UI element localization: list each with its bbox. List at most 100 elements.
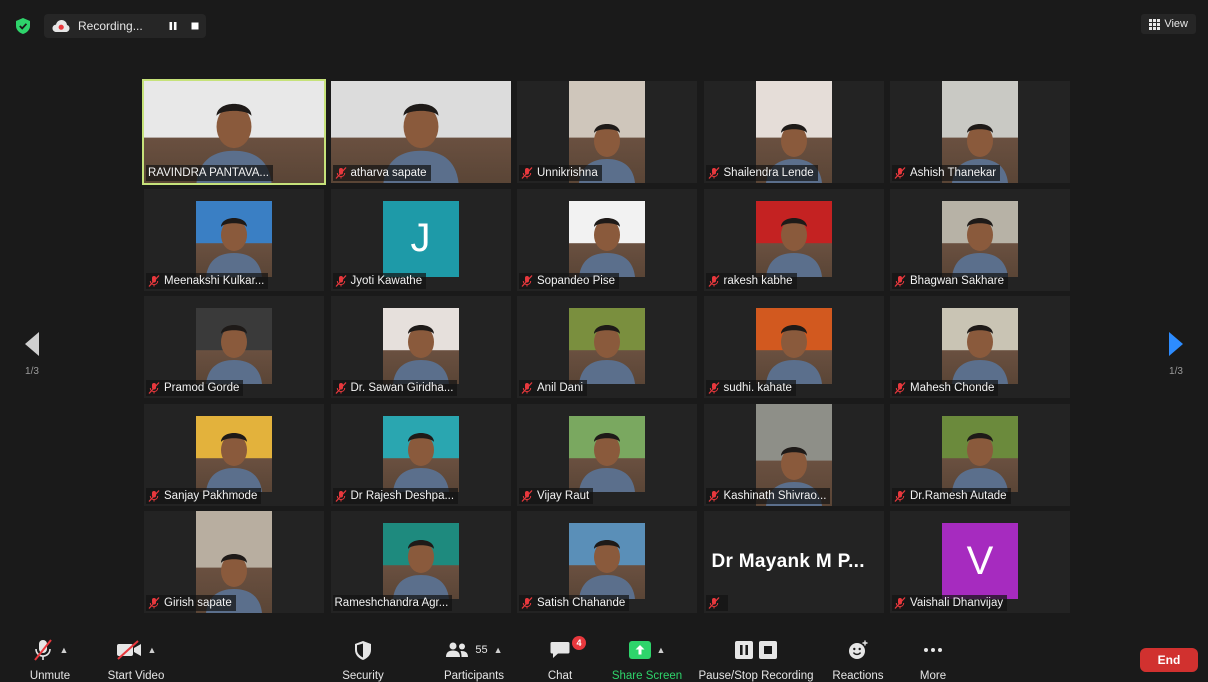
participant-name: Pramod Gorde [164,382,240,394]
participants-button[interactable]: 55 ▲ Participants [428,636,520,682]
pause-recording-icon[interactable] [165,18,181,34]
more-button[interactable]: More [914,636,952,682]
unmute-button[interactable]: ▲ Unmute [22,636,78,682]
muted-microphone-icon [521,489,533,502]
page-indicator-right: 1/3 [1169,366,1183,377]
security-button[interactable]: Security [336,636,390,682]
end-meeting-button[interactable]: End [1140,648,1198,672]
stop-recording-icon[interactable] [187,18,203,34]
participant-name-tag: Vaishali Dhanvijay [892,595,1008,611]
muted-microphone-icon [708,274,719,287]
person-silhouette-icon [952,432,1008,492]
person-silhouette-icon [392,325,449,384]
participant-name-tag: RAVINDRA PANTAVA... [146,165,273,181]
participant-video-image [196,200,272,277]
participant-video-tile[interactable]: Girish sapate [144,511,324,613]
previous-page-button[interactable]: 1/3 [14,330,50,386]
participant-video-tile[interactable]: Dr. Sawan Giridha... [330,296,511,398]
participant-video-tile[interactable]: Anil Dani [517,296,697,398]
participant-name: Meenakshi Kulkar... [164,274,265,287]
muted-microphone-icon [894,489,906,502]
muted-microphone-icon [708,597,719,609]
share-options-caret-icon[interactable]: ▲ [657,645,666,655]
pause-stop-recording-button[interactable]: Pause/Stop Recording [696,636,816,682]
participant-video-tile[interactable]: Meenakshi Kulkar... [144,188,324,291]
participant-video-tile[interactable]: Kashinath Shivrao... [703,403,884,506]
person-silhouette-icon [206,217,262,277]
participant-name: Dr. Sawan Giridha... [350,382,454,394]
next-page-button[interactable]: 1/3 [1158,330,1194,386]
participant-name: Shailendra Lende [723,167,814,179]
view-button[interactable]: View [1141,14,1196,34]
muted-microphone-icon [335,382,346,394]
chat-button[interactable]: 4 Chat [540,636,586,682]
page-indicator-left: 1/3 [25,366,39,377]
participant-video-image [196,415,272,492]
participant-video-image [942,200,1018,277]
encryption-shield-icon[interactable] [16,18,30,34]
person-silhouette-icon [579,432,635,492]
participant-video-image [942,308,1018,384]
participant-name: Anil Dani [537,382,584,394]
participant-name-tag: Girish sapate [146,595,236,611]
participant-video-tile[interactable]: J Jyoti Kawathe [330,188,511,291]
participant-video-image [942,415,1018,492]
participant-name: atharva sapate [350,167,427,179]
reactions-smiley-icon [849,640,868,659]
participant-video-tile[interactable]: Vijay Raut [517,403,697,506]
participants-caret-icon[interactable]: ▲ [494,645,503,655]
participant-name-tag: Unnikrishna [519,165,602,181]
meeting-top-bar: Recording... View [0,0,1208,50]
pause-recording-toolbar-icon [735,641,753,659]
more-dots-icon [924,648,942,652]
audio-options-caret-icon[interactable]: ▲ [60,645,69,655]
participant-name: Mahesh Chonde [910,382,995,394]
participant-video-tile[interactable]: Bhagwan Sakhare [890,188,1070,291]
participant-video-tile[interactable]: Ashish Thanekar [890,81,1070,183]
participant-video-tile[interactable]: Mahesh Chonde [890,296,1070,398]
participant-name-tag: Meenakshi Kulkar... [146,272,269,289]
participant-video-tile[interactable]: Unnikrishna [517,81,697,183]
person-silhouette-icon [579,217,635,277]
participant-video-image [196,308,272,384]
start-video-button[interactable]: ▲ Start Video [104,636,168,682]
person-silhouette-icon [952,217,1008,277]
participant-initial-avatar: J [382,200,459,277]
participant-name: Sopandeo Pise [537,274,616,287]
person-silhouette-icon [765,325,822,384]
muted-microphone-icon [894,597,906,609]
participant-name: RAVINDRA PANTAVA... [148,167,269,179]
participant-name-tag: Pramod Gorde [146,380,244,396]
chat-bubble-icon [550,642,570,658]
participant-video-tile[interactable]: Dr.Ramesh Autade [890,403,1070,506]
person-silhouette-icon [206,325,262,384]
participant-name-tag: sudhi. kahate [705,380,796,396]
person-silhouette-icon [579,540,635,599]
participant-name: Dr.Ramesh Autade [910,489,1007,502]
participant-video-tile[interactable]: Pramod Gorde [144,296,324,398]
participant-video-tile[interactable]: rakesh kabhe [703,188,884,291]
share-screen-button[interactable]: ▲ Share Screen [608,636,686,682]
participant-video-tile[interactable]: Sopandeo Pise [517,188,697,291]
participant-video-tile[interactable]: Satish Chahande [517,511,697,613]
participant-video-tile[interactable]: Dr Rajesh Deshpa... [330,403,511,506]
muted-microphone-icon [521,382,533,394]
participant-name-tag: Dr.Ramesh Autade [892,487,1011,504]
participant-video-tile[interactable]: Shailendra Lende [703,81,884,183]
reactions-button[interactable]: Reactions [830,636,886,682]
participant-video-tile[interactable]: sudhi. kahate [703,296,884,398]
participant-video-tile[interactable]: atharva sapate [330,81,511,183]
video-options-caret-icon[interactable]: ▲ [148,645,157,655]
participant-video-image [382,415,459,492]
participant-video-tile[interactable]: V Vaishali Dhanvijay [890,511,1070,613]
participant-video-tile[interactable]: Sanjay Pakhmode [144,403,324,506]
security-label: Security [342,670,384,682]
participant-name: Dr Rajesh Deshpa... [350,489,455,502]
participant-name-tag: Vijay Raut [519,487,594,504]
participant-name: Vaishali Dhanvijay [910,597,1004,609]
participant-video-tile[interactable]: RAVINDRA PANTAVA... [142,79,326,185]
muted-microphone-icon [335,489,346,502]
participant-video-tile[interactable]: Rameshchandra Agr... [330,511,511,613]
muted-microphone-icon [894,167,906,179]
participant-video-tile[interactable]: Dr Mayank M P... [703,511,884,613]
